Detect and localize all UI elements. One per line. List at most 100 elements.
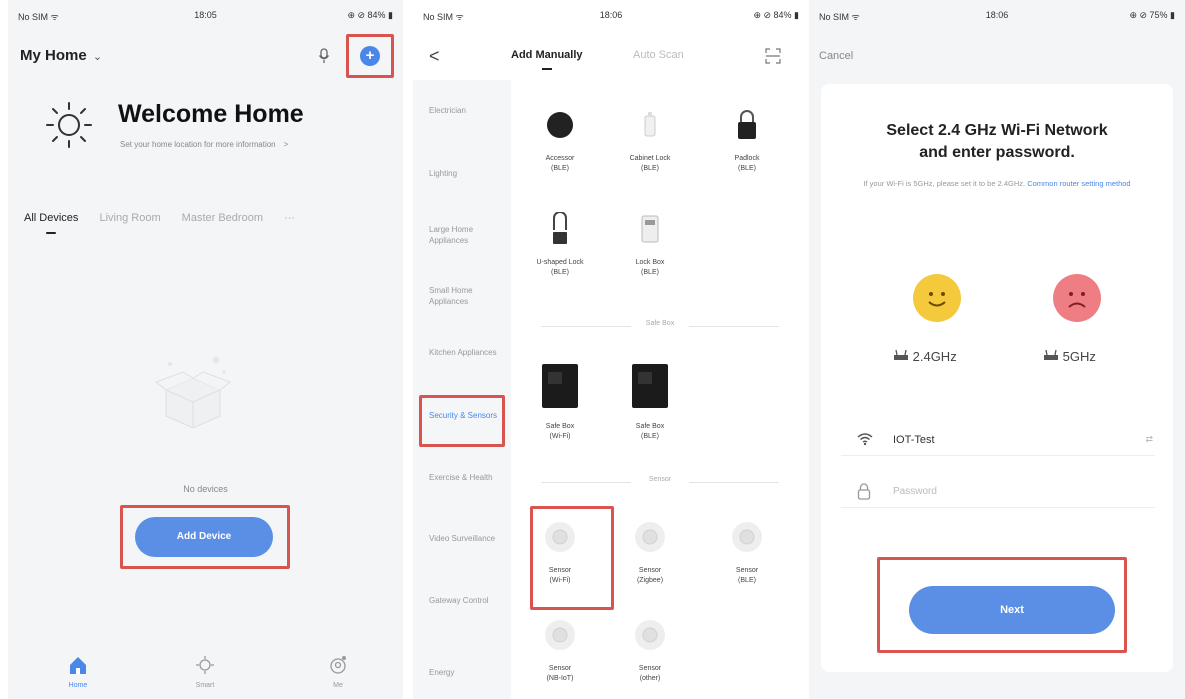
device-name: Lock Box: [635, 259, 665, 266]
device-sensor-ble[interactable]: Sensor (BLE): [707, 520, 787, 586]
device-protocol: (Wi-Fi): [549, 433, 571, 440]
next-button[interactable]: Next: [909, 586, 1115, 634]
wifi-card: Select 2.4 GHz Wi-Fi Network and enter p…: [821, 84, 1173, 672]
band-24ghz-label: 2.4GHz: [912, 349, 957, 364]
category-small-appliances[interactable]: Small Home Appliances: [429, 285, 499, 307]
empty-box-illustration: [154, 357, 232, 429]
category-gateway-control[interactable]: Gateway Control: [429, 595, 499, 606]
device-name: Accessor: [545, 155, 575, 162]
device-grid: Accessor (BLE) Cabinet Lock (BLE) Padloc…: [511, 80, 809, 699]
wifi-network-selector[interactable]: IOT-Test ⇄: [841, 424, 1155, 456]
tab-auto-scan[interactable]: Auto Scan: [633, 49, 684, 61]
wifi-title-line1: Select 2.4 GHz Wi-Fi Network: [886, 122, 1108, 139]
device-u-shaped-lock[interactable]: U-shaped Lock (BLE): [520, 211, 600, 278]
microphone-icon[interactable]: [318, 48, 330, 64]
smart-icon: [196, 656, 214, 674]
status-time: 18:05: [194, 10, 217, 20]
tab-me-label: Me: [333, 682, 343, 689]
section-sensor: Sensor: [531, 476, 789, 488]
device-sensor-other[interactable]: Sensor (other): [610, 618, 690, 684]
category-energy[interactable]: Energy: [429, 667, 499, 678]
sensor-icon: [732, 522, 762, 552]
sensor-icon: [635, 620, 665, 650]
device-protocol: (BLE): [641, 433, 659, 440]
device-padlock[interactable]: Padlock (BLE): [707, 108, 787, 174]
tab-living-room[interactable]: Living Room: [99, 212, 160, 224]
sensor-icon: [545, 620, 575, 650]
location-prompt[interactable]: Set your home location for more informat…: [120, 140, 288, 149]
band-5ghz-label: 5GHz: [1062, 349, 1096, 364]
bottom-tab-bar: Home Smart Me: [8, 644, 403, 699]
add-device-button[interactable]: Add Device: [135, 517, 273, 557]
home-selector[interactable]: My Home ⌄: [20, 47, 102, 64]
tab-smart[interactable]: Smart: [175, 654, 235, 689]
category-electrician[interactable]: Electrician: [429, 105, 499, 116]
status-battery: ⊕ ⊘ 84% ▮: [347, 10, 393, 20]
padlock-icon: [738, 110, 756, 139]
band-5ghz: 5GHz: [1043, 349, 1096, 364]
wifi-title: Select 2.4 GHz Wi-Fi Network and enter p…: [821, 120, 1173, 164]
safe-box-icon: [632, 364, 668, 408]
device-protocol: (other): [639, 675, 661, 682]
device-accessor[interactable]: Accessor (BLE): [520, 108, 600, 174]
happy-face-icon: [913, 274, 961, 322]
wifi-hint-text: If your Wi-Fi is 5GHz, please set it to …: [863, 179, 1026, 188]
tab-home[interactable]: Home: [48, 654, 108, 689]
wifi-hint: If your Wi-Fi is 5GHz, please set it to …: [841, 178, 1153, 190]
category-kitchen-appliances[interactable]: Kitchen Appliances: [429, 347, 499, 358]
device-sensor-wifi[interactable]: Sensor (Wi-Fi): [520, 520, 600, 586]
sensor-icon: [545, 522, 575, 552]
status-bar: No SIM ᯤ 18:06 ⊕ ⊘ 75% ▮: [809, 0, 1185, 28]
chevron-down-icon: ⌄: [92, 51, 103, 63]
status-battery: ⊕ ⊘ 84% ▮: [753, 10, 799, 20]
device-name: Safe Box: [635, 423, 665, 430]
category-video-surveillance[interactable]: Video Surveillance: [429, 533, 499, 544]
device-safe-box-wifi[interactable]: Safe Box (Wi-Fi): [520, 362, 600, 442]
device-protocol: (Zigbee): [636, 577, 664, 584]
cancel-button[interactable]: Cancel: [819, 50, 853, 62]
router-icon: [894, 349, 908, 360]
password-field[interactable]: [893, 480, 1123, 502]
router-setting-link[interactable]: Common router setting method: [1027, 179, 1130, 188]
tab-home-label: Home: [68, 682, 88, 689]
wifi-title-line2: and enter password.: [919, 144, 1075, 161]
status-bar: No SIM ᯤ 18:06 ⊕ ⊘ 84% ▮: [413, 0, 809, 28]
tab-all-devices[interactable]: All Devices: [24, 212, 78, 224]
lock-icon: [857, 483, 871, 500]
tab-add-manually[interactable]: Add Manually: [511, 49, 583, 70]
device-protocol: (BLE): [641, 165, 659, 172]
category-sidebar: Electrician Lighting Large Home Applianc…: [413, 80, 511, 699]
scan-icon[interactable]: [765, 48, 781, 64]
switch-network-icon[interactable]: ⇄: [1145, 434, 1153, 445]
device-protocol: (BLE): [738, 577, 756, 584]
tab-master-bedroom[interactable]: Master Bedroom: [182, 212, 263, 224]
status-carrier: No SIM ᯤ: [423, 12, 464, 22]
device-name: Sensor: [638, 665, 662, 672]
device-protocol: (BLE): [641, 269, 659, 276]
category-lighting[interactable]: Lighting: [429, 168, 499, 179]
device-name: Safe Box: [545, 423, 575, 430]
device-protocol: (Wi-Fi): [549, 577, 571, 584]
device-name: Sensor: [548, 567, 572, 574]
u-lock-icon: [553, 211, 567, 244]
section-safe-box: Safe Box: [531, 320, 789, 332]
tab-smart-label: Smart: [195, 682, 215, 689]
device-sensor-zigbee[interactable]: Sensor (Zigbee): [610, 520, 690, 586]
add-device-plus-button[interactable]: +: [360, 46, 380, 66]
status-time: 18:06: [599, 10, 623, 20]
category-security-sensors[interactable]: Security & Sensors: [429, 410, 499, 421]
sun-icon: [46, 102, 92, 148]
device-lock-box[interactable]: Lock Box (BLE): [610, 212, 690, 278]
tab-me[interactable]: Me: [308, 654, 368, 689]
status-carrier: No SIM ᯤ: [18, 12, 59, 22]
device-cabinet-lock[interactable]: Cabinet Lock (BLE): [610, 108, 690, 174]
cabinet-lock-icon: [644, 112, 656, 137]
device-safe-box-ble[interactable]: Safe Box (BLE): [610, 362, 690, 442]
device-name: Padlock: [734, 155, 760, 162]
device-sensor-nb-iot[interactable]: Sensor (NB-IoT): [520, 618, 600, 684]
back-icon[interactable]: <: [429, 46, 440, 67]
more-rooms-icon[interactable]: ···: [284, 212, 295, 224]
device-protocol: (NB-IoT): [546, 675, 574, 682]
category-large-appliances[interactable]: Large Home Appliances: [429, 224, 499, 246]
category-exercise-health[interactable]: Exercise & Health: [429, 472, 499, 483]
